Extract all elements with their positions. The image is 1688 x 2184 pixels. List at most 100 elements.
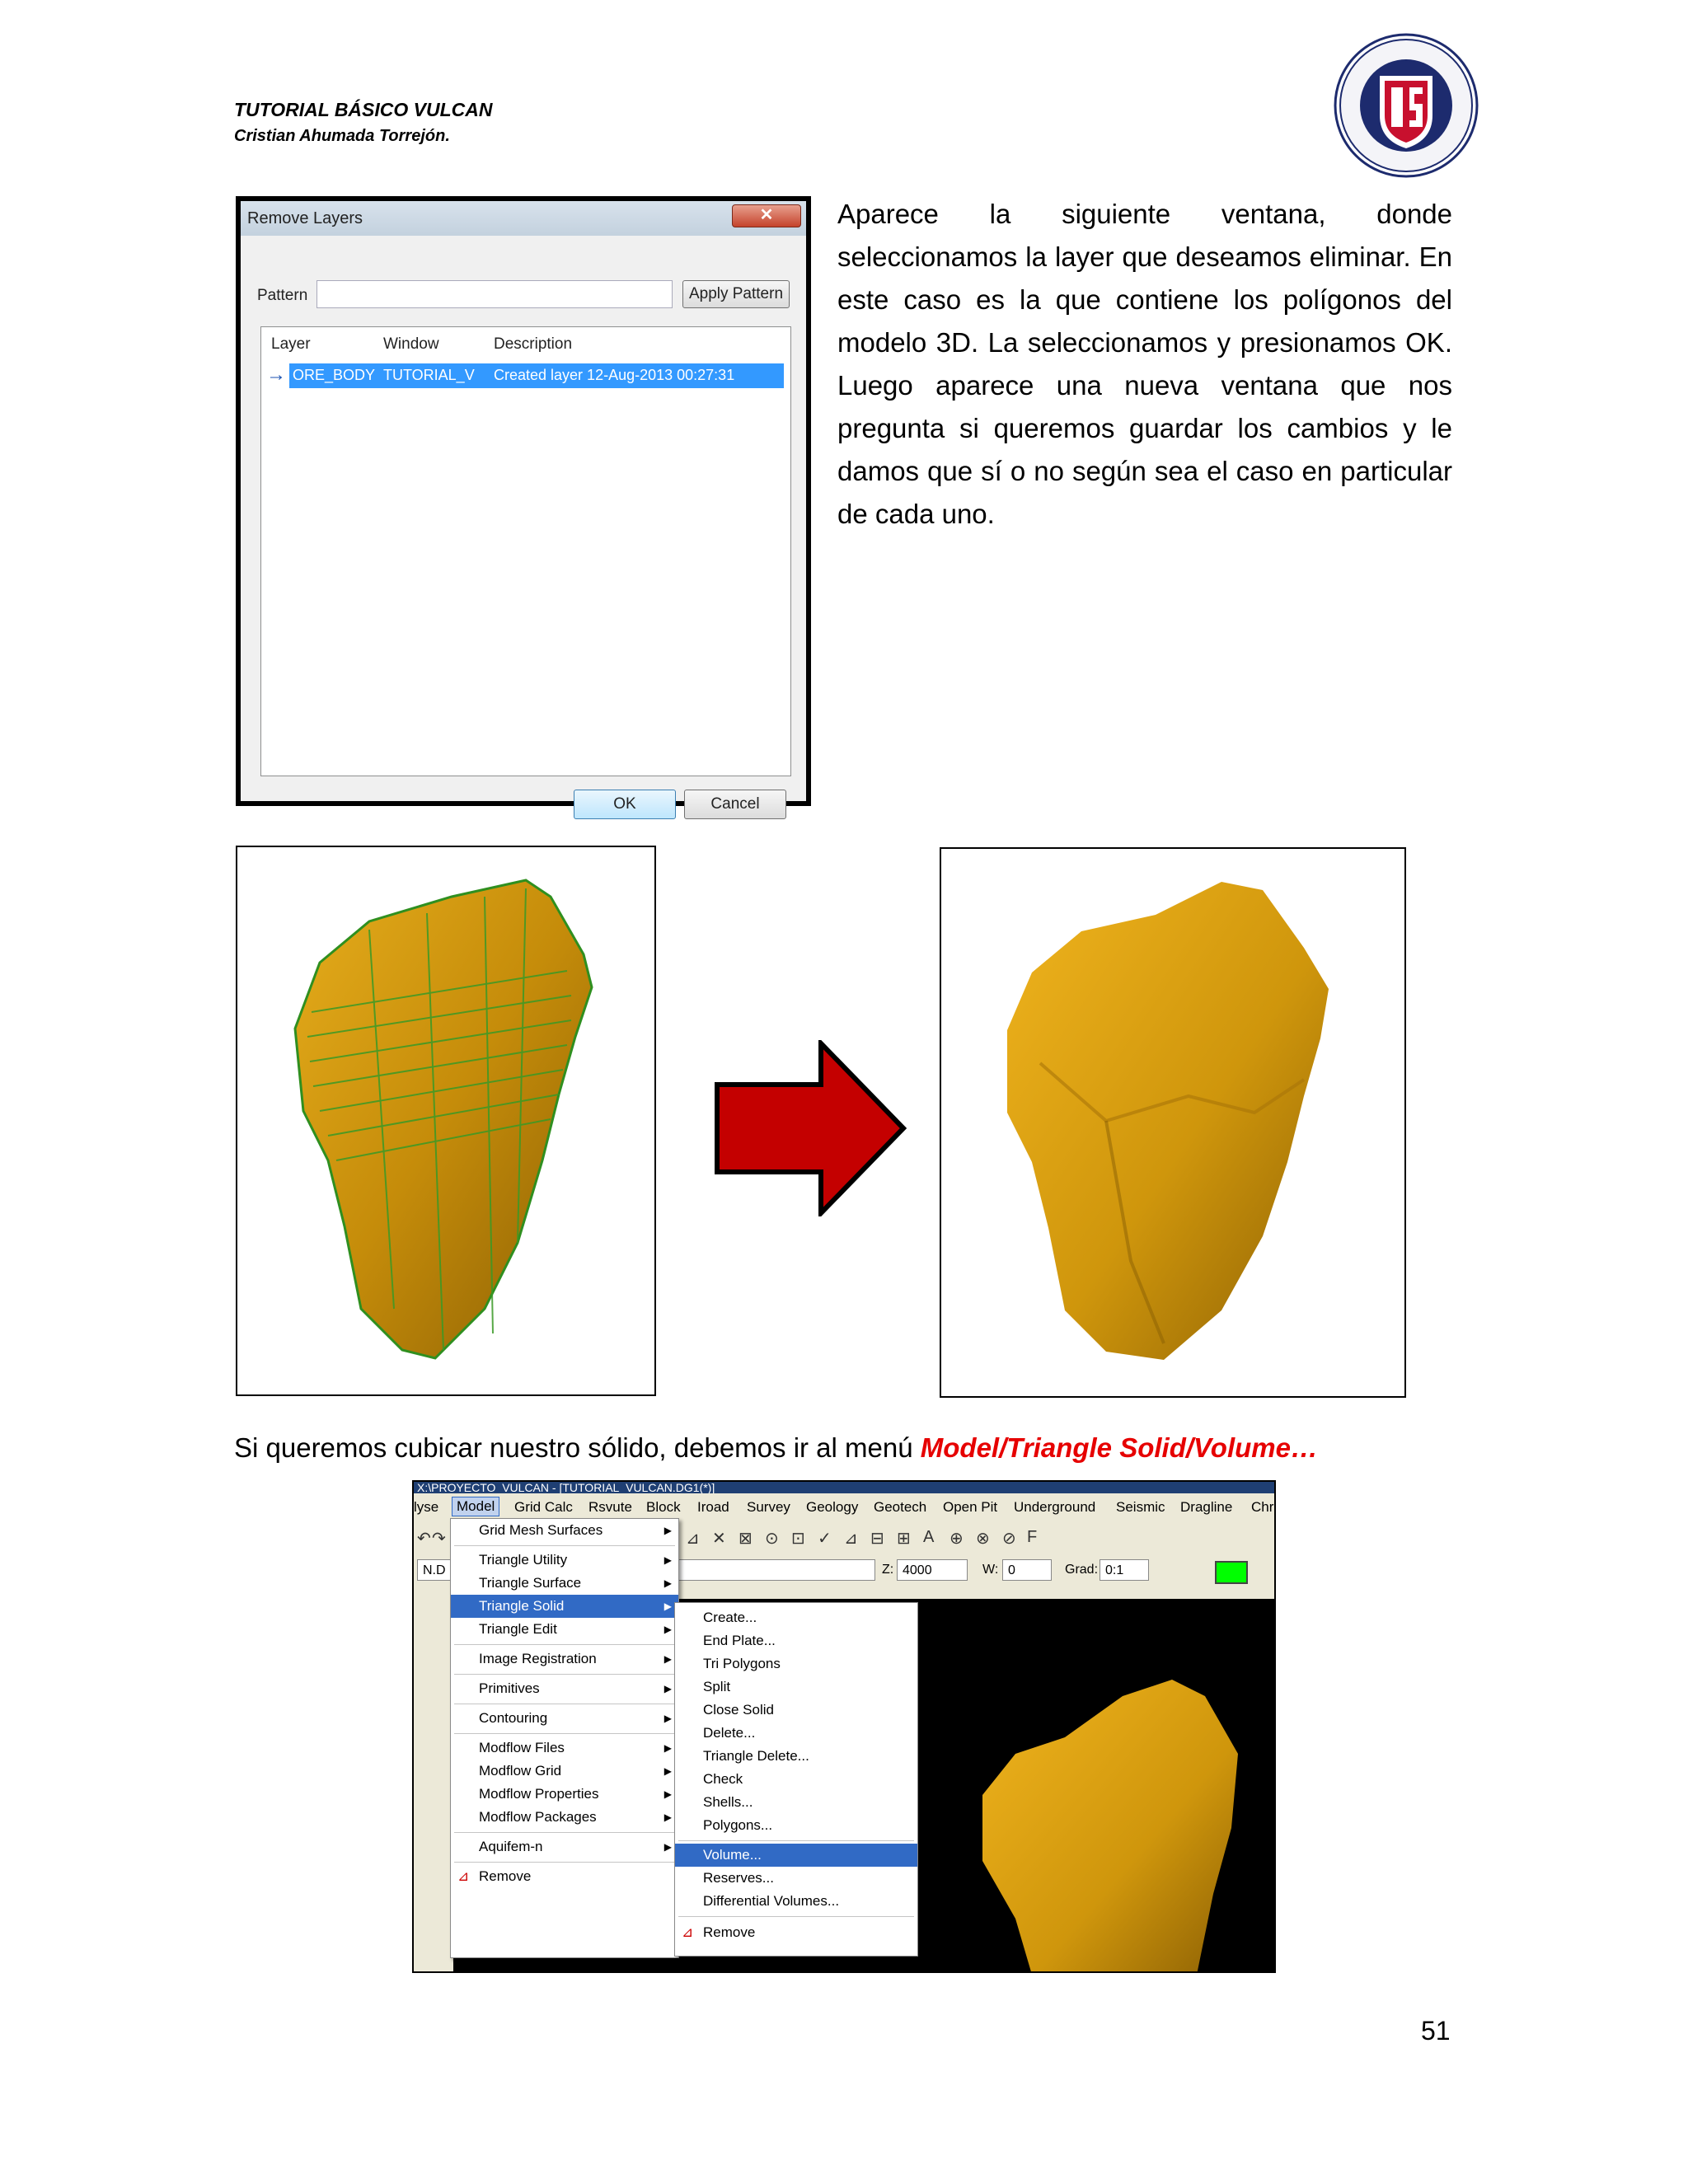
menu-item-triangle-delete[interactable]: Triangle Delete... [675, 1745, 917, 1768]
menu-item-label: Triangle Surface [479, 1575, 582, 1591]
menu-chr[interactable]: Chr [1251, 1499, 1273, 1516]
menu-item-label: Remove [703, 1924, 756, 1940]
menu-item-create[interactable]: Create... [675, 1606, 917, 1629]
menu-item-volume[interactable]: Volume... [675, 1844, 917, 1867]
menu-item-remove[interactable]: ⊿ Remove [451, 1865, 678, 1888]
menu-dragline[interactable]: Dragline [1180, 1499, 1232, 1516]
menu-item-reserves[interactable]: Reserves... [675, 1867, 917, 1890]
menu-open-pit[interactable]: Open Pit [943, 1499, 997, 1516]
document-title: TUTORIAL BÁSICO VULCAN [234, 99, 493, 120]
current-row-arrow-icon: → [266, 363, 286, 386]
menu-item-modflow-properties[interactable]: Modflow Properties ▶ [451, 1783, 678, 1806]
menu-item-image-registration[interactable]: Image Registration ▶ [451, 1647, 678, 1671]
tool-icon[interactable]: ✓ [818, 1528, 832, 1549]
menu-item-triangle-surface[interactable]: Triangle Surface ▶ [451, 1572, 678, 1595]
tool-icon[interactable]: ⊿ [844, 1528, 858, 1549]
tool-icon[interactable]: ⊗ [976, 1528, 990, 1549]
menu-path-highlight: Model/Triangle Solid/Volume… [920, 1432, 1318, 1463]
menu-item-label: Modflow Grid [479, 1763, 562, 1779]
menu-underground[interactable]: Underground [1014, 1499, 1095, 1516]
menu-item-label: Image Registration [479, 1651, 597, 1666]
menu-item-modflow-grid[interactable]: Modflow Grid ▶ [451, 1760, 678, 1783]
menu-model[interactable]: Model [452, 1497, 500, 1516]
menu-block[interactable]: Block [646, 1499, 681, 1516]
close-button[interactable]: ✕ [732, 204, 801, 227]
tool-icon[interactable]: A [923, 1528, 934, 1547]
menu-survey[interactable]: Survey [747, 1499, 790, 1516]
tool-icon[interactable]: ⊙ [765, 1528, 779, 1549]
menu-item-label: Triangle Solid [479, 1598, 565, 1614]
row-layer: ORE_BODY [293, 367, 376, 383]
tool-icon[interactable]: ⊞ [897, 1528, 911, 1549]
z-input[interactable]: 4000 [897, 1559, 968, 1581]
model-menu: Grid Mesh Surfaces ▶ Triangle Utility ▶ Tr… [450, 1518, 679, 1958]
university-logo-icon [1334, 33, 1479, 178]
w-label: W: [982, 1563, 999, 1577]
menu-item-split[interactable]: Split [675, 1675, 917, 1699]
menu-item-tri-polygons[interactable]: Tri Polygons [675, 1652, 917, 1675]
menu-geotech[interactable]: Geotech [874, 1499, 926, 1516]
ok-button[interactable]: OK [574, 790, 676, 819]
menu-item-end-plate[interactable]: End Plate... [675, 1629, 917, 1652]
apply-pattern-button[interactable]: Apply Pattern [682, 280, 790, 308]
menu-item-polygons[interactable]: Polygons... [675, 1814, 917, 1837]
tool-icon[interactable]: F [1027, 1528, 1037, 1547]
table-row[interactable]: ORE_BODY TUTORIAL_V Created layer 12-Aug… [289, 363, 784, 388]
menu-item-label: Modflow Files [479, 1740, 565, 1755]
menu-item-grid-mesh-surfaces[interactable]: Grid Mesh Surfaces ▶ [451, 1519, 678, 1542]
tool-icon[interactable]: ⊕ [950, 1528, 964, 1549]
menu-grid-calc[interactable]: Grid Calc [514, 1499, 573, 1516]
menu-item-triangle-edit[interactable]: Triangle Edit ▶ [451, 1618, 678, 1641]
menu-item-label: Aquifem-n [479, 1839, 543, 1854]
color-swatch[interactable] [1215, 1561, 1248, 1584]
menu-item-triangle-solid[interactable]: Triangle Solid ▶ [451, 1595, 678, 1618]
tool-icon[interactable]: ⊘ [1002, 1528, 1016, 1549]
tool-icon[interactable]: ✕ [712, 1528, 726, 1549]
column-header-description: Description [494, 335, 573, 353]
menu-item-modflow-packages[interactable]: Modflow Packages ▶ [451, 1806, 678, 1829]
menu-item-remove-solid[interactable]: ⊿ Remove [675, 1921, 917, 1944]
menu-item-label: Grid Mesh Surfaces [479, 1522, 603, 1538]
style-combo[interactable] [669, 1559, 875, 1581]
pattern-label: Pattern [257, 287, 308, 304]
column-header-layer: Layer [271, 335, 311, 353]
window-title: X:\PROYECTO_VULCAN - [TUTORIAL_VULCAN.DG… [414, 1482, 1274, 1493]
menu-item-primitives[interactable]: Primitives ▶ [451, 1677, 678, 1700]
remove-layers-dialog: Remove Layers ✕ Pattern Apply Pattern La… [236, 196, 811, 819]
w-input[interactable]: 0 [1002, 1559, 1052, 1581]
menu-seismic[interactable]: Seismic [1116, 1499, 1165, 1516]
instruction-sentence: Si queremos cubicar nuestro sólido, debe… [234, 1432, 1318, 1464]
menu-item-check[interactable]: Check [675, 1768, 917, 1791]
column-header-window: Window [383, 335, 439, 353]
menu-item-differential-volumes[interactable]: Differential Volumes... [675, 1890, 917, 1913]
menu-iroad[interactable]: Iroad [697, 1499, 729, 1516]
pattern-input[interactable] [316, 280, 673, 308]
layer-list[interactable]: Layer Window Description → ORE_BODY TUTO… [260, 326, 791, 776]
menu-item-delete[interactable]: Delete... [675, 1722, 917, 1745]
menu-item-aquifem-n[interactable]: Aquifem-n ▶ [451, 1835, 678, 1858]
explanation-paragraph: Aparece la siguiente ventana, donde sele… [837, 199, 1452, 529]
tool-icon[interactable]: ⊿ [686, 1528, 700, 1549]
vulcan-menu-screenshot: X:\PROYECTO_VULCAN - [TUTORIAL_VULCAN.DG… [412, 1480, 1276, 1973]
tool-icon[interactable]: ⊟ [870, 1528, 884, 1549]
menu-rsvute[interactable]: Rsvute [588, 1499, 632, 1516]
grad-input[interactable]: 0:1 [1100, 1559, 1149, 1581]
tool-icon[interactable]: ⊡ [791, 1528, 805, 1549]
menu-item-contouring[interactable]: Contouring ▶ [451, 1707, 678, 1730]
row-description: Created layer 12-Aug-2013 00:27:31 [494, 367, 735, 383]
redo-icon[interactable]: ↷ [432, 1528, 446, 1549]
document-author: Cristian Ahumada Torrejón. [234, 127, 450, 145]
menu-item-triangle-utility[interactable]: Triangle Utility ▶ [451, 1549, 678, 1572]
dialog-title: Remove Layers [241, 201, 806, 236]
menu-item-label: Triangle Edit [479, 1621, 557, 1637]
layer-combo[interactable]: N.D [417, 1559, 453, 1581]
cancel-button[interactable]: Cancel [684, 790, 786, 819]
menu-item-modflow-files[interactable]: Modflow Files ▶ [451, 1736, 678, 1760]
menu-item-label: Triangle Utility [479, 1552, 568, 1568]
menu-item-shells[interactable]: Shells... [675, 1791, 917, 1814]
menu-geology[interactable]: Geology [806, 1499, 858, 1516]
menu-analyse[interactable]: lyse [414, 1499, 438, 1516]
undo-icon[interactable]: ↶ [417, 1528, 431, 1549]
menu-item-close-solid[interactable]: Close Solid [675, 1699, 917, 1722]
tool-icon[interactable]: ⊠ [738, 1528, 753, 1549]
